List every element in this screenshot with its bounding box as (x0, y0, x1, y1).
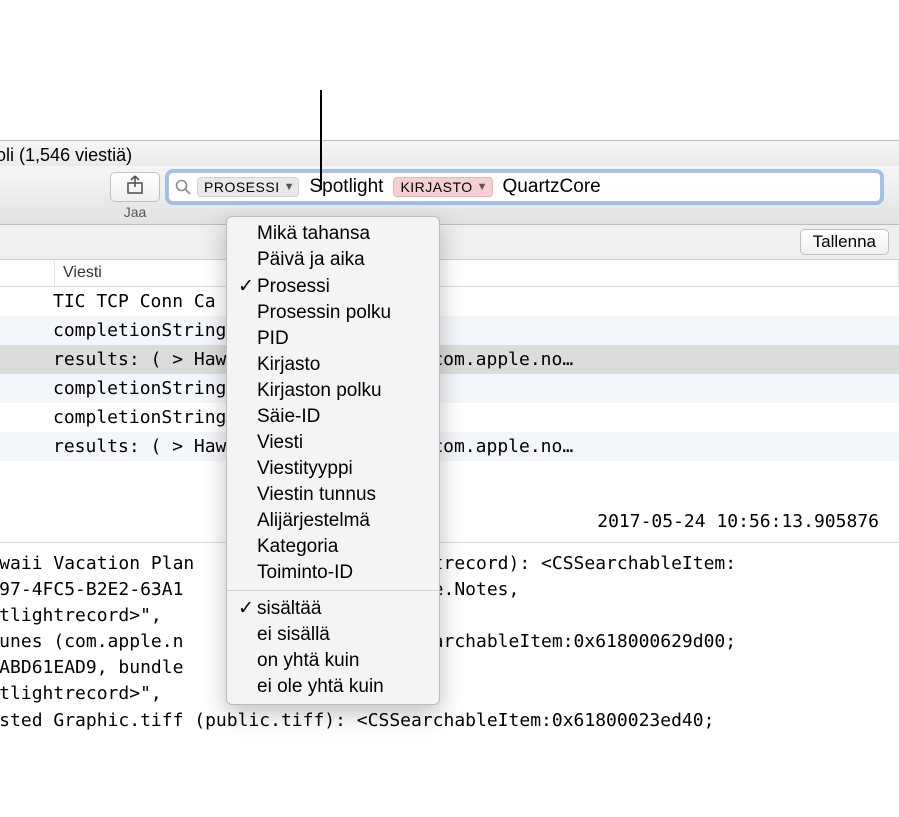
timestamp: 2017-05-24 10:56:13.905876 (0, 461, 899, 543)
table-row[interactable]: tli…completionString (0, 403, 899, 432)
token-value-spotlight: Spotlight (305, 176, 387, 198)
cell-process: tli… (0, 349, 53, 370)
token-value-quartzcore: QuartzCore (499, 176, 605, 198)
cell-message: completionString (53, 378, 891, 399)
filter-token-kirjasto[interactable]: KIRJASTO ▼ (393, 177, 492, 197)
dropdown-item-label: Viesti (257, 432, 303, 454)
dropdown-item-label: Kirjaston polku (257, 380, 382, 402)
share-label: Jaa (110, 204, 160, 220)
table-header: ssi Viesti (0, 260, 899, 287)
dropdown-item[interactable]: Prosessin polku (227, 300, 439, 326)
column-message[interactable]: Viesti (55, 260, 899, 286)
cell-process: tli… (0, 378, 53, 399)
dropdown-item-label: Toiminto-ID (257, 562, 353, 584)
cell-message: completionString (53, 407, 891, 428)
table-row[interactable]: tli…completionString (0, 374, 899, 403)
dropdown-item-label: Alijärjestelmä (257, 510, 370, 532)
toolbar: Jaa PROSESSI ▼ Spotlight KIRJASTO ▼ Quar… (0, 166, 899, 225)
token-label: PROSESSI (204, 179, 280, 195)
search-field[interactable]: PROSESSI ▼ Spotlight KIRJASTO ▼ QuartzCo… (168, 172, 881, 202)
column-process[interactable]: ssi (0, 260, 55, 286)
check-icon: ✓ (235, 275, 257, 298)
dropdown-item[interactable]: Päivä ja aika (227, 247, 439, 273)
dropdown-item-label: Mikä tahansa (257, 223, 370, 245)
dropdown-item[interactable]: ei sisällä (227, 622, 439, 648)
dropdown-item[interactable]: ei ole yhtä kuin (227, 674, 439, 700)
dropdown-item-label: Kategoria (257, 536, 338, 558)
filter-bar: Tallenna (0, 225, 899, 260)
cell-process: tli… (0, 291, 53, 312)
dropdown-item[interactable]: Viestityyppi (227, 456, 439, 482)
cell-message: results: ( > Hawaii Vacation Plan (com.a… (53, 349, 891, 370)
dropdown-item[interactable]: Säie-ID (227, 404, 439, 430)
dropdown-item-label: Viestityyppi (257, 458, 353, 480)
filter-token-prosessi[interactable]: PROSESSI ▼ (197, 177, 299, 197)
share-button[interactable] (110, 172, 160, 202)
dropdown-item[interactable]: Viesti (227, 430, 439, 456)
dropdown-item[interactable]: ✓Prosessi (227, 273, 439, 300)
dropdown-item[interactable]: Mikä tahansa (227, 221, 439, 247)
log-rows: tli…TIC TCP Conn Ca ]tli…completionStrin… (0, 287, 899, 461)
dropdown-item-label: Säie-ID (257, 406, 320, 428)
table-row[interactable]: tli…completionString (0, 316, 899, 345)
dropdown-item-label: ei ole yhtä kuin (257, 676, 384, 698)
cell-process: tli (0, 436, 53, 457)
dropdown-separator (227, 590, 439, 591)
dropdown-item[interactable]: Kategoria (227, 534, 439, 560)
dropdown-item-label: on yhtä kuin (257, 650, 359, 672)
token-label: KIRJASTO (400, 179, 472, 195)
search-icon (175, 179, 191, 195)
dropdown-item-label: Prosessi (257, 276, 330, 298)
dropdown-item-label: Päivä ja aika (257, 249, 365, 271)
save-button[interactable]: Tallenna (800, 229, 889, 255)
dropdown-item[interactable]: on yhtä kuin (227, 648, 439, 674)
callout-line (320, 90, 322, 190)
dropdown-item[interactable]: Viestin tunnus (227, 482, 439, 508)
dropdown-item[interactable]: Kirjasto (227, 352, 439, 378)
share-icon (126, 175, 144, 200)
console-window: Konsoli (1,546 viestiä) Jaa PROSESSI ▼ S… (0, 140, 899, 817)
filter-type-dropdown[interactable]: Mikä tahansaPäivä ja aika✓ProsessiProses… (226, 216, 440, 705)
table-row[interactable]: tli…results: ( > Hawaii Vacation Plan (c… (0, 345, 899, 374)
dropdown-item-label: Viestin tunnus (257, 484, 376, 506)
cell-process: tli… (0, 407, 53, 428)
dropdown-item[interactable]: Kirjaston polku (227, 378, 439, 404)
dropdown-item[interactable]: PID (227, 326, 439, 352)
window-title: Konsoli (1,546 viestiä) (0, 141, 899, 166)
detail-pane: t> Hawaii Vacation Plan tlightrecord): <… (0, 543, 899, 742)
cell-message: completionString (53, 320, 891, 341)
dropdown-item[interactable]: Toiminto-ID (227, 560, 439, 586)
cell-message: TIC TCP Conn Ca ] (53, 291, 891, 312)
dropdown-item-label: Kirjasto (257, 354, 320, 376)
table-row[interactable]: tliresults: ( > Hawaii Vacation Plan (co… (0, 432, 899, 461)
dropdown-item[interactable]: ✓sisältää (227, 595, 439, 622)
cell-process: tli… (0, 320, 53, 341)
dropdown-item-label: Prosessin polku (257, 302, 391, 324)
dropdown-item-label: sisältää (257, 598, 321, 620)
table-row[interactable]: tli…TIC TCP Conn Ca ] (0, 287, 899, 316)
check-icon: ✓ (235, 597, 257, 620)
chevron-down-icon: ▼ (477, 181, 488, 193)
dropdown-item-label: ei sisällä (257, 624, 330, 646)
dropdown-item-label: PID (257, 328, 289, 350)
chevron-down-icon: ▼ (284, 181, 295, 193)
dropdown-item[interactable]: Alijärjestelmä (227, 508, 439, 534)
cell-message: results: ( > Hawaii Vacation Plan (com.a… (53, 436, 891, 457)
